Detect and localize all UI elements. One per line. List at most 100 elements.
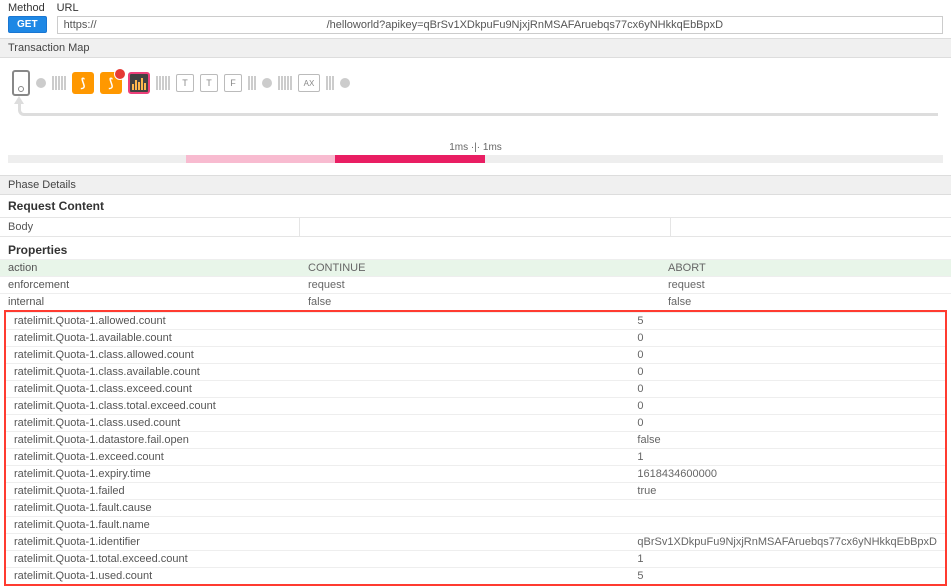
prop-val-1: CONTINUE bbox=[300, 260, 660, 277]
flow-bars-icon bbox=[52, 76, 66, 90]
prop-key: action bbox=[0, 260, 300, 277]
prop-key: ratelimit.Quota-1.expiry.time bbox=[6, 466, 295, 483]
flow-diagram: ⟆ ⟆ T T F AX bbox=[8, 66, 943, 100]
prop-key: ratelimit.Quota-1.class.total.exceed.cou… bbox=[6, 398, 295, 415]
prop-val-1 bbox=[295, 364, 630, 381]
prop-val-2: 0 bbox=[629, 347, 945, 364]
prop-val-1 bbox=[295, 500, 630, 517]
url-column: URL https:// /helloworld?apikey=qBrSv1XDk… bbox=[57, 2, 943, 34]
return-flow-arrow bbox=[18, 102, 938, 116]
prop-key: internal bbox=[0, 294, 300, 311]
url-prefix: https:// bbox=[64, 19, 97, 31]
prop-key: ratelimit.Quota-1.failed bbox=[6, 483, 295, 500]
policy-icon: ⟆ bbox=[81, 76, 86, 90]
flow-step-t1[interactable]: T bbox=[176, 74, 194, 92]
prop-val-2: 5 bbox=[629, 313, 945, 330]
flow-dot[interactable] bbox=[262, 78, 272, 88]
properties-table-top: actionCONTINUEABORTenforcementrequestreq… bbox=[0, 259, 951, 310]
prop-val-1 bbox=[295, 398, 630, 415]
property-row: ratelimit.Quota-1.class.total.exceed.cou… bbox=[6, 398, 945, 415]
property-row: ratelimit.Quota-1.class.exceed.count0 bbox=[6, 381, 945, 398]
property-row: ratelimit.Quota-1.class.used.count 0 bbox=[6, 415, 945, 432]
prop-key: ratelimit.Quota-1.identifier bbox=[6, 534, 295, 551]
phase-details-header: Phase Details bbox=[0, 175, 951, 195]
prop-val-1 bbox=[295, 330, 630, 347]
prop-val-1 bbox=[295, 381, 630, 398]
policy-icon: ⟆ bbox=[109, 76, 114, 90]
prop-val-2: false bbox=[629, 432, 945, 449]
timeline-seg-3 bbox=[335, 155, 485, 163]
prop-val-1 bbox=[295, 347, 630, 364]
property-row: ratelimit.Quota-1.datastore.fail.open fal… bbox=[6, 432, 945, 449]
prop-val-2: 0 bbox=[629, 398, 945, 415]
policy-box-2-error[interactable]: ⟆ bbox=[100, 72, 122, 94]
prop-val-2: ABORT bbox=[660, 260, 951, 277]
body-cell-2 bbox=[671, 218, 951, 236]
prop-val-1 bbox=[295, 432, 630, 449]
prop-key: enforcement bbox=[0, 277, 300, 294]
timeline-label: 1ms ·|· 1ms bbox=[8, 142, 943, 153]
property-row: ratelimit.Quota-1.exceed.count1 bbox=[6, 449, 945, 466]
prop-val-1 bbox=[295, 415, 630, 432]
flow-step-f[interactable]: F bbox=[224, 74, 242, 92]
request-header: Method GET URL https:// /helloworld?apike… bbox=[0, 0, 951, 38]
transaction-map: ⟆ ⟆ T T F AX 1ms ·|· 1ms bbox=[0, 58, 951, 175]
property-row: actionCONTINUEABORT bbox=[0, 260, 951, 277]
prop-key: ratelimit.Quota-1.class.exceed.count bbox=[6, 381, 295, 398]
property-row: ratelimit.Quota-1.allowed.count 5 bbox=[6, 313, 945, 330]
prop-val-1: request bbox=[300, 277, 660, 294]
prop-val-2: 0 bbox=[629, 330, 945, 347]
prop-val-2: 5 bbox=[629, 568, 945, 585]
url-suffix: /helloworld?apikey=qBrSv1XDkpuFu9NjxjRnM… bbox=[327, 19, 724, 31]
prop-val-2: request bbox=[660, 277, 951, 294]
prop-key: ratelimit.Quota-1.allowed.count bbox=[6, 313, 295, 330]
prop-key: ratelimit.Quota-1.exceed.count bbox=[6, 449, 295, 466]
url-field[interactable]: https:// /helloworld?apikey=qBrSv1XDkpuFu… bbox=[57, 16, 943, 34]
property-row: ratelimit.Quota-1.class.allowed.count0 bbox=[6, 347, 945, 364]
prop-key: ratelimit.Quota-1.fault.name bbox=[6, 517, 295, 534]
properties-table-quota: ratelimit.Quota-1.allowed.count5ratelimi… bbox=[6, 312, 945, 584]
flow-dot[interactable] bbox=[36, 78, 46, 88]
prop-key: ratelimit.Quota-1.used.count bbox=[6, 568, 295, 585]
property-row: ratelimit.Quota-1.class.available.count 0 bbox=[6, 364, 945, 381]
method-label: Method bbox=[8, 2, 47, 14]
properties-header: Properties bbox=[0, 237, 951, 259]
prop-val-2: true bbox=[629, 483, 945, 500]
property-row: ratelimit.Quota-1.failed true bbox=[6, 483, 945, 500]
timeline-bar[interactable] bbox=[8, 155, 943, 163]
quota-highlight-box: ratelimit.Quota-1.allowed.count5ratelimi… bbox=[4, 310, 947, 586]
prop-key: ratelimit.Quota-1.datastore.fail.open bbox=[6, 432, 295, 449]
property-row: ratelimit.Quota-1.expiry.time 16184346000… bbox=[6, 466, 945, 483]
policy-box-1[interactable]: ⟆ bbox=[72, 72, 94, 94]
quota-chart-icon bbox=[132, 76, 146, 90]
body-label: Body bbox=[0, 218, 300, 236]
prop-key: ratelimit.Quota-1.total.exceed.count bbox=[6, 551, 295, 568]
transaction-map-header: Transaction Map bbox=[0, 38, 951, 58]
url-label: URL bbox=[57, 2, 943, 14]
flow-bars-icon bbox=[156, 76, 170, 90]
prop-key: ratelimit.Quota-1.class.available.count bbox=[6, 364, 295, 381]
property-row: internalfalsefalse bbox=[0, 294, 951, 311]
prop-val-2: 0 bbox=[629, 415, 945, 432]
prop-val-2: 0 bbox=[629, 364, 945, 381]
prop-val-1 bbox=[295, 551, 630, 568]
prop-val-2: 1618434600000 bbox=[629, 466, 945, 483]
prop-val-2: false bbox=[660, 294, 951, 311]
prop-val-1 bbox=[295, 517, 630, 534]
prop-key: ratelimit.Quota-1.available.count bbox=[6, 330, 295, 347]
prop-key: ratelimit.Quota-1.class.used.count bbox=[6, 415, 295, 432]
property-row: ratelimit.Quota-1.total.exceed.count1 bbox=[6, 551, 945, 568]
method-column: Method GET bbox=[8, 2, 47, 33]
prop-val-2: qBrSv1XDkpuFu9NjxjRnMSAFAruebqs77cx6yNHk… bbox=[629, 534, 945, 551]
flow-bars-icon bbox=[248, 76, 256, 90]
client-device-icon[interactable] bbox=[12, 70, 30, 96]
flow-step-t2[interactable]: T bbox=[200, 74, 218, 92]
flow-bars-icon bbox=[326, 76, 334, 90]
prop-val-1 bbox=[295, 568, 630, 585]
prop-val-1 bbox=[295, 483, 630, 500]
flow-dot[interactable] bbox=[340, 78, 350, 88]
property-row: ratelimit.Quota-1.identifier qBrSv1XDkpuF… bbox=[6, 534, 945, 551]
policy-box-selected[interactable] bbox=[128, 72, 150, 94]
property-row: enforcementrequestrequest bbox=[0, 277, 951, 294]
flow-step-ax[interactable]: AX bbox=[298, 74, 320, 92]
